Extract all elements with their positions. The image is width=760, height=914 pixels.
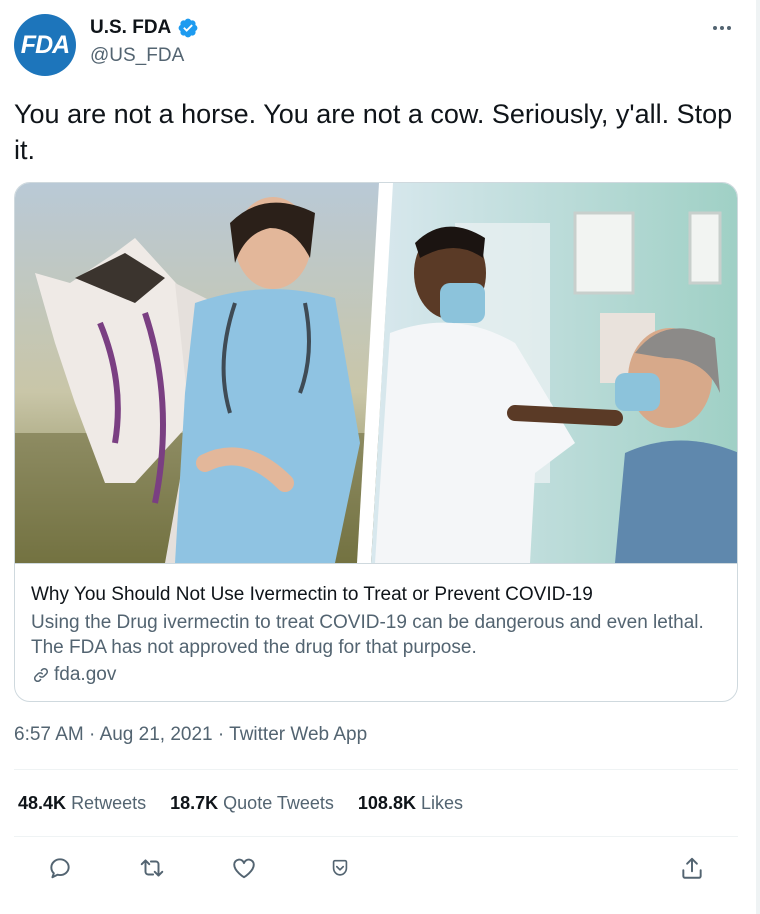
meta-separator: · [217, 724, 225, 745]
action-bar [0, 848, 760, 888]
engagement-stats: 48.4K Retweets 18.7K Quote Tweets 108.8K… [18, 793, 463, 814]
card-domain-text: fda.gov [54, 664, 117, 685]
link-icon [33, 667, 49, 683]
share-button[interactable] [672, 848, 712, 888]
likes-stat[interactable]: 108.8K Likes [358, 793, 463, 814]
scroll-edge [756, 0, 760, 914]
tweet-time[interactable]: 6:57 AM [14, 724, 84, 745]
card-title: Why You Should Not Use Ivermectin to Tre… [31, 584, 593, 605]
divider [14, 769, 738, 770]
likes-count: 108.8K [357, 793, 416, 813]
handle[interactable]: @US_FDA [90, 45, 184, 67]
tweet-text: You are not a horse. You are not a cow. … [14, 99, 733, 165]
heart-icon [233, 858, 255, 879]
avatar-logo-text: FDA [20, 30, 70, 59]
meta-separator: · [89, 724, 96, 745]
author-name-row: U.S. FDA [90, 17, 199, 39]
avatar[interactable]: FDA [14, 14, 76, 76]
quotes-label: Quote Tweets [223, 793, 334, 813]
retweets-label: Retweets [71, 793, 147, 813]
tweet-source[interactable]: Twitter Web App [229, 724, 367, 745]
retweet-button[interactable] [132, 848, 172, 888]
retweet-icon [140, 859, 164, 877]
verified-badge-icon [178, 18, 198, 38]
display-name[interactable]: U.S. FDA [90, 17, 171, 39]
bookmark-button[interactable] [320, 848, 360, 888]
retweets-count: 48.4K [18, 793, 67, 813]
tweet-date[interactable]: Aug 21, 2021 [100, 724, 213, 745]
tweet-meta: 6:57 AM · Aug 21, 2021 · Twitter Web App [14, 724, 367, 746]
reply-icon [50, 858, 70, 879]
quotes-count: 18.7K [170, 793, 219, 813]
retweets-stat[interactable]: 48.4K Retweets [18, 793, 146, 814]
card-domain: fda.gov [31, 664, 116, 686]
card-description: Using the Drug ivermectin to treat COVID… [31, 612, 704, 658]
share-icon [682, 857, 702, 879]
card-image [15, 183, 737, 563]
link-card[interactable]: Why You Should Not Use Ivermectin to Tre… [14, 182, 738, 702]
quote-tweets-stat[interactable]: 18.7K Quote Tweets [170, 793, 334, 814]
card-body: Why You Should Not Use Ivermectin to Tre… [15, 563, 737, 701]
divider [14, 836, 738, 837]
like-button[interactable] [224, 848, 264, 888]
likes-label: Likes [420, 793, 463, 813]
tweet: FDA U.S. FDA @US_FDA You are not a horse… [0, 0, 760, 914]
reply-button[interactable] [40, 848, 80, 888]
bookmark-icon [332, 859, 348, 876]
more-icon[interactable] [710, 18, 734, 38]
